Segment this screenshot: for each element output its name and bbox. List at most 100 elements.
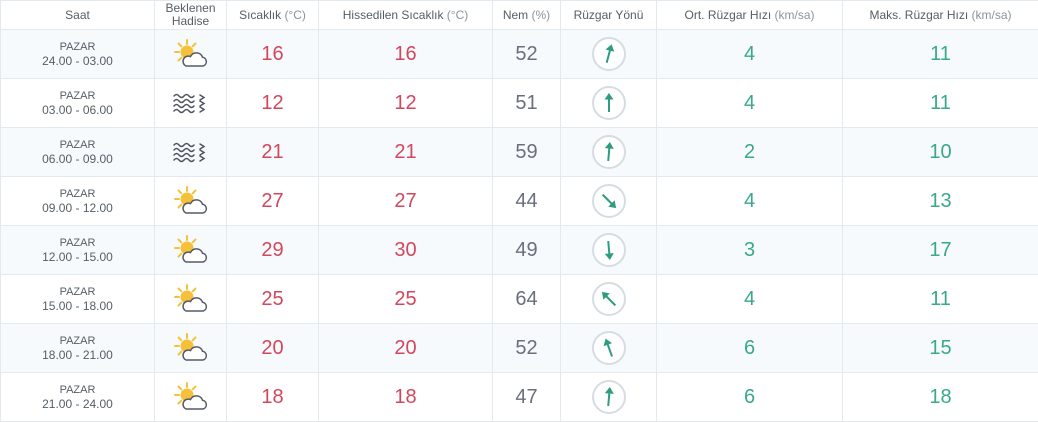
humidity-cell: 49 xyxy=(493,226,561,275)
time-range: 15.00 - 18.00 xyxy=(1,299,154,314)
table-row: PAZAR 12.00 - 15.00 29 30 49 3 17 xyxy=(1,226,1038,275)
wind-direction-cell xyxy=(561,226,657,275)
feels-like-cell: 20 xyxy=(319,324,493,373)
temperature-value: 25 xyxy=(261,288,283,310)
time-cell: PAZAR 03.00 - 06.00 xyxy=(1,79,155,128)
feels-like-value: 20 xyxy=(394,337,416,359)
max-wind-cell: 17 xyxy=(843,226,1038,275)
forecast-body: PAZAR 24.00 - 03.00 16 16 52 4 11 PAZAR … xyxy=(1,30,1038,422)
table-row: PAZAR 03.00 - 06.00 12 12 51 4 11 xyxy=(1,79,1038,128)
avg-wind-cell: 4 xyxy=(657,177,843,226)
weather-icon-cell xyxy=(155,324,227,373)
avg-wind-value: 4 xyxy=(744,43,755,65)
feels-like-cell: 16 xyxy=(319,30,493,79)
col-header-hissedilen: Hissedilen Sıcaklık (°C) xyxy=(319,1,493,30)
col-header-hadise: BeklenenHadise xyxy=(155,1,227,30)
temperature-cell: 12 xyxy=(227,79,319,128)
weather-icon-cell xyxy=(155,30,227,79)
feels-like-value: 27 xyxy=(394,190,416,212)
fog-icon xyxy=(172,91,210,115)
weather-icon-cell xyxy=(155,79,227,128)
time-range: 12.00 - 15.00 xyxy=(1,250,154,265)
wind-direction-arrow-icon xyxy=(591,134,627,170)
feels-like-value: 21 xyxy=(394,141,416,163)
col-header-saat: Saat xyxy=(1,1,155,30)
wind-direction-cell xyxy=(561,128,657,177)
max-wind-value: 15 xyxy=(929,337,951,359)
weather-icon-cell xyxy=(155,373,227,422)
wind-direction-arrow-icon xyxy=(591,36,627,72)
temperature-value: 27 xyxy=(261,190,283,212)
feels-like-value: 30 xyxy=(394,239,416,261)
time-cell: PAZAR 18.00 - 21.00 xyxy=(1,324,155,373)
avg-wind-cell: 3 xyxy=(657,226,843,275)
time-cell: PAZAR 21.00 - 24.00 xyxy=(1,373,155,422)
time-cell: PAZAR 15.00 - 18.00 xyxy=(1,275,155,324)
forecast-table: Saat BeklenenHadise Sıcaklık (°C) Hissed… xyxy=(0,0,1038,422)
humidity-cell: 59 xyxy=(493,128,561,177)
max-wind-value: 17 xyxy=(929,239,951,261)
table-row: PAZAR 09.00 - 12.00 27 27 44 4 13 xyxy=(1,177,1038,226)
max-wind-cell: 11 xyxy=(843,30,1038,79)
day-label: PAZAR xyxy=(1,187,154,201)
max-wind-value: 10 xyxy=(929,141,951,163)
max-wind-cell: 11 xyxy=(843,79,1038,128)
table-row: PAZAR 06.00 - 09.00 21 21 59 2 10 xyxy=(1,128,1038,177)
temperature-cell: 25 xyxy=(227,275,319,324)
max-wind-cell: 18 xyxy=(843,373,1038,422)
humidity-cell: 52 xyxy=(493,30,561,79)
feels-like-cell: 30 xyxy=(319,226,493,275)
col-header-ort-ruzgar: Ort. Rüzgar Hızı (km/sa) xyxy=(657,1,843,30)
wind-direction-cell xyxy=(561,79,657,128)
time-range: 09.00 - 12.00 xyxy=(1,201,154,216)
time-range: 06.00 - 09.00 xyxy=(1,152,154,167)
temperature-cell: 29 xyxy=(227,226,319,275)
temperature-value: 21 xyxy=(261,141,283,163)
time-cell: PAZAR 09.00 - 12.00 xyxy=(1,177,155,226)
table-row: PAZAR 24.00 - 03.00 16 16 52 4 11 xyxy=(1,30,1038,79)
time-cell: PAZAR 12.00 - 15.00 xyxy=(1,226,155,275)
partly-cloudy-icon xyxy=(174,235,208,265)
avg-wind-cell: 4 xyxy=(657,275,843,324)
avg-wind-value: 4 xyxy=(744,92,755,114)
max-wind-value: 18 xyxy=(929,386,951,408)
temperature-value: 16 xyxy=(261,43,283,65)
time-range: 21.00 - 24.00 xyxy=(1,397,154,412)
feels-like-cell: 18 xyxy=(319,373,493,422)
max-wind-cell: 11 xyxy=(843,275,1038,324)
avg-wind-cell: 6 xyxy=(657,373,843,422)
wind-direction-arrow-icon xyxy=(591,379,627,415)
weather-icon-cell xyxy=(155,128,227,177)
feels-like-cell: 12 xyxy=(319,79,493,128)
table-row: PAZAR 21.00 - 24.00 18 18 47 6 18 xyxy=(1,373,1038,422)
avg-wind-cell: 4 xyxy=(657,79,843,128)
day-label: PAZAR xyxy=(1,40,154,54)
wind-direction-cell xyxy=(561,177,657,226)
feels-like-value: 18 xyxy=(394,386,416,408)
humidity-value: 44 xyxy=(515,190,537,212)
table-row: PAZAR 15.00 - 18.00 25 25 64 4 11 xyxy=(1,275,1038,324)
max-wind-cell: 15 xyxy=(843,324,1038,373)
feels-like-value: 12 xyxy=(394,92,416,114)
temperature-value: 18 xyxy=(261,386,283,408)
humidity-value: 52 xyxy=(515,337,537,359)
max-wind-value: 13 xyxy=(929,190,951,212)
wind-direction-cell xyxy=(561,373,657,422)
wind-direction-arrow-icon xyxy=(591,85,627,121)
humidity-cell: 51 xyxy=(493,79,561,128)
humidity-value: 51 xyxy=(515,92,537,114)
col-header-maks-ruzgar: Maks. Rüzgar Hızı (km/sa) xyxy=(843,1,1038,30)
day-label: PAZAR xyxy=(1,285,154,299)
max-wind-value: 11 xyxy=(930,92,951,114)
day-label: PAZAR xyxy=(1,138,154,152)
wind-direction-cell xyxy=(561,275,657,324)
temperature-cell: 27 xyxy=(227,177,319,226)
header-row: Saat BeklenenHadise Sıcaklık (°C) Hissed… xyxy=(1,1,1038,30)
day-label: PAZAR xyxy=(1,89,154,103)
avg-wind-value: 6 xyxy=(744,386,755,408)
max-wind-cell: 10 xyxy=(843,128,1038,177)
weather-icon-cell xyxy=(155,226,227,275)
max-wind-value: 11 xyxy=(930,288,951,310)
partly-cloudy-icon xyxy=(174,39,208,69)
humidity-value: 64 xyxy=(515,288,537,310)
